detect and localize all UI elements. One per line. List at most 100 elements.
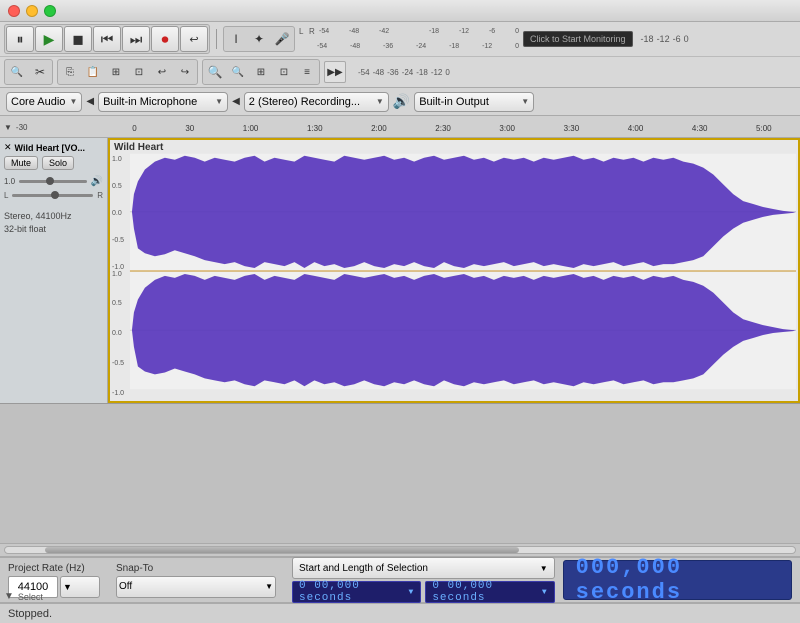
selection-tool-button[interactable]: I xyxy=(225,28,247,50)
maximize-button[interactable] xyxy=(44,5,56,17)
zoom-sel-button[interactable]: ⊡ xyxy=(273,61,295,83)
gain-row: 1.0 🔊 xyxy=(4,174,103,189)
main-content: ✕ Wild Heart [VO... Mute Solo 1.0 🔊 L R … xyxy=(0,138,800,403)
waveform-svg xyxy=(110,140,798,401)
trim-button[interactable]: ⊞ xyxy=(105,61,127,83)
mic-tool-button[interactable]: 🎤 xyxy=(271,28,293,50)
main-time-display: 000,000 seconds xyxy=(563,560,792,600)
track-bottom-controls: ▼ Select xyxy=(4,591,43,602)
separator xyxy=(216,29,217,49)
zoom-fit-button[interactable]: ⊞ xyxy=(250,61,272,83)
silence-button[interactable]: ⊡ xyxy=(128,61,150,83)
redo-button[interactable]: ↪ xyxy=(174,61,196,83)
bottom-waveform xyxy=(130,274,796,386)
input-device-select[interactable]: Built-in Microphone ▼ xyxy=(98,92,228,112)
waveform-title: Wild Heart xyxy=(114,142,163,153)
title-bar xyxy=(0,0,800,22)
transport-controls: ⏸ ▶ ◼ ⏮ ⏭ ⏺ ↩ xyxy=(4,24,210,54)
project-rate-dropdown[interactable]: ▼ xyxy=(60,576,100,598)
status-text: Stopped. xyxy=(8,608,52,620)
right-channel-label: R xyxy=(309,27,317,36)
zoom-out-button[interactable]: 🔍 xyxy=(227,61,249,83)
tool-controls: I ✦ 🎤 xyxy=(223,26,295,52)
play-button[interactable]: ▶ xyxy=(35,26,63,52)
edit-tools: 🔍 ✂ xyxy=(4,59,53,85)
toolbar-row-2: 🔍 ✂ ⎘ 📋 ⊞ ⊡ ↩ ↪ 🔍 🔍 ⊞ ⊡ ≡ ▶▶ -54-48-36-2… xyxy=(0,56,800,87)
vu-scale-bottom: -54-48-36-24-18-120 xyxy=(317,43,519,50)
zoom-in-button[interactable]: 🔍 xyxy=(204,61,226,83)
pan-thumb[interactable] xyxy=(51,191,59,199)
scrollbar-track[interactable] xyxy=(4,546,796,554)
track-collapse-icon[interactable]: ✕ xyxy=(4,142,12,153)
gain-thumb[interactable] xyxy=(46,177,54,185)
stop-button[interactable]: ◼ xyxy=(64,26,92,52)
gain-label: 1.0 xyxy=(4,177,15,186)
time-fields-row: 0 00,000 seconds ▼ 0 00,000 seconds ▼ xyxy=(292,581,555,603)
selection-group: Start and Length of Selection ▼ 0 00,000… xyxy=(292,557,555,603)
snap-to-select[interactable]: Off ▼ xyxy=(116,576,276,598)
bottom-controls-row: Project Rate (Hz) ▼ Snap-To Off ▼ Start … xyxy=(0,558,800,603)
envelope-tool-button[interactable]: ✦ xyxy=(248,28,270,50)
time-field-1[interactable]: 0 00,000 seconds ▼ xyxy=(292,581,421,603)
undo-button[interactable]: ↩ xyxy=(151,61,173,83)
record-button[interactable]: ⏺ xyxy=(151,26,179,52)
loop-button[interactable]: ↩ xyxy=(180,26,208,52)
close-button[interactable] xyxy=(8,5,20,17)
snap-to-label: Snap-To xyxy=(116,563,276,574)
scrollbar-thumb[interactable] xyxy=(45,547,519,553)
time-field-1-arrow: ▼ xyxy=(409,588,415,597)
zoom-tracks-button[interactable]: ≡ xyxy=(296,61,318,83)
zoom-tools: 🔍 🔍 ⊞ ⊡ ≡ xyxy=(202,59,320,85)
skip-forward-button[interactable]: ⏭ xyxy=(122,26,150,52)
empty-area xyxy=(0,403,800,543)
toolbar-row-1: ⏸ ▶ ◼ ⏮ ⏭ ⏺ ↩ I ✦ 🎤 L R -54-48-42-18-12-… xyxy=(0,22,800,56)
device-row: Core Audio ▼ ◀ Built-in Microphone ▼ ◀ 2… xyxy=(0,88,800,116)
copy-button[interactable]: ⎘ xyxy=(59,61,81,83)
speaker-icon: 🔊 xyxy=(393,93,410,110)
channels-arrow: ▼ xyxy=(376,97,384,106)
input-device-arrow: ▼ xyxy=(215,97,223,106)
solo-button[interactable]: Solo xyxy=(42,156,74,170)
zoom-tool-button[interactable]: 🔍 xyxy=(6,61,28,83)
bottom-panel: Project Rate (Hz) ▼ Snap-To Off ▼ Start … xyxy=(0,557,800,623)
collapse-icon[interactable]: ▼ xyxy=(4,591,14,602)
mute-button[interactable]: Mute xyxy=(4,156,38,170)
pan-right-label: R xyxy=(97,191,103,200)
track-name-label: Wild Heart [VO... xyxy=(12,143,103,153)
main-time-display-wrapper: 000,000 seconds xyxy=(563,560,792,600)
pause-button[interactable]: ⏸ xyxy=(6,26,34,52)
snap-to-group: Snap-To Off ▼ xyxy=(116,563,276,598)
waveform-area[interactable]: Wild Heart 1.0 0.5 0.0 -0.5 -1.0 1.0 0.5… xyxy=(108,138,800,403)
pan-slider[interactable] xyxy=(12,194,93,197)
time-field-2-arrow: ▼ xyxy=(542,588,548,597)
select-tool-label[interactable]: Select xyxy=(18,592,43,602)
multi-tool-button[interactable]: ▶▶ xyxy=(324,61,346,83)
gain-slider[interactable] xyxy=(19,180,86,183)
time-field-2[interactable]: 0 00,000 seconds ▼ xyxy=(425,581,554,603)
monitoring-button[interactable]: Click to Start Monitoring xyxy=(523,31,633,47)
cut-tool-button[interactable]: ✂ xyxy=(29,61,51,83)
track-info: Stereo, 44100Hz 32-bit float xyxy=(4,210,103,235)
clip-tools: ⎘ 📋 ⊞ ⊡ ↩ ↪ xyxy=(57,59,198,85)
snap-to-input-row: Off ▼ xyxy=(116,576,276,598)
minimize-button[interactable] xyxy=(26,5,38,17)
project-rate-label: Project Rate (Hz) xyxy=(8,563,100,574)
ruler-left: ▼ -30 xyxy=(0,123,108,135)
top-waveform xyxy=(130,156,796,268)
timeline-ruler: ▼ -30 0 30 1:00 1:30 2:00 2:30 3:00 3:30… xyxy=(0,116,800,138)
audio-system-select[interactable]: Core Audio ▼ xyxy=(6,92,82,112)
pan-row: L R xyxy=(4,189,103,202)
ruler-marks: 0 30 1:00 1:30 2:00 2:30 3:00 3:30 4:00 … xyxy=(108,124,800,135)
scale-row2: -54-48-36-24-18-120 xyxy=(358,68,450,77)
selection-type-select[interactable]: Start and Length of Selection ▼ xyxy=(292,557,555,579)
gain-icon: 🔊 xyxy=(91,176,103,187)
track-header: ✕ Wild Heart [VO... xyxy=(4,142,103,153)
skip-back-button[interactable]: ⏮ xyxy=(93,26,121,52)
output-device-select[interactable]: Built-in Output ▼ xyxy=(414,92,534,112)
vu-lr-labels: L R -54-48-42-18-12-60 -54-48-36-24-18-1… xyxy=(299,25,519,54)
pan-left-label: L xyxy=(4,191,8,200)
vu-scale-top: -54-48-42-18-12-60 xyxy=(319,28,519,35)
vu-right-scale: -18-12-60 xyxy=(641,34,689,44)
paste-button[interactable]: 📋 xyxy=(82,61,104,83)
channels-select[interactable]: 2 (Stereo) Recording... ▼ xyxy=(244,92,389,112)
